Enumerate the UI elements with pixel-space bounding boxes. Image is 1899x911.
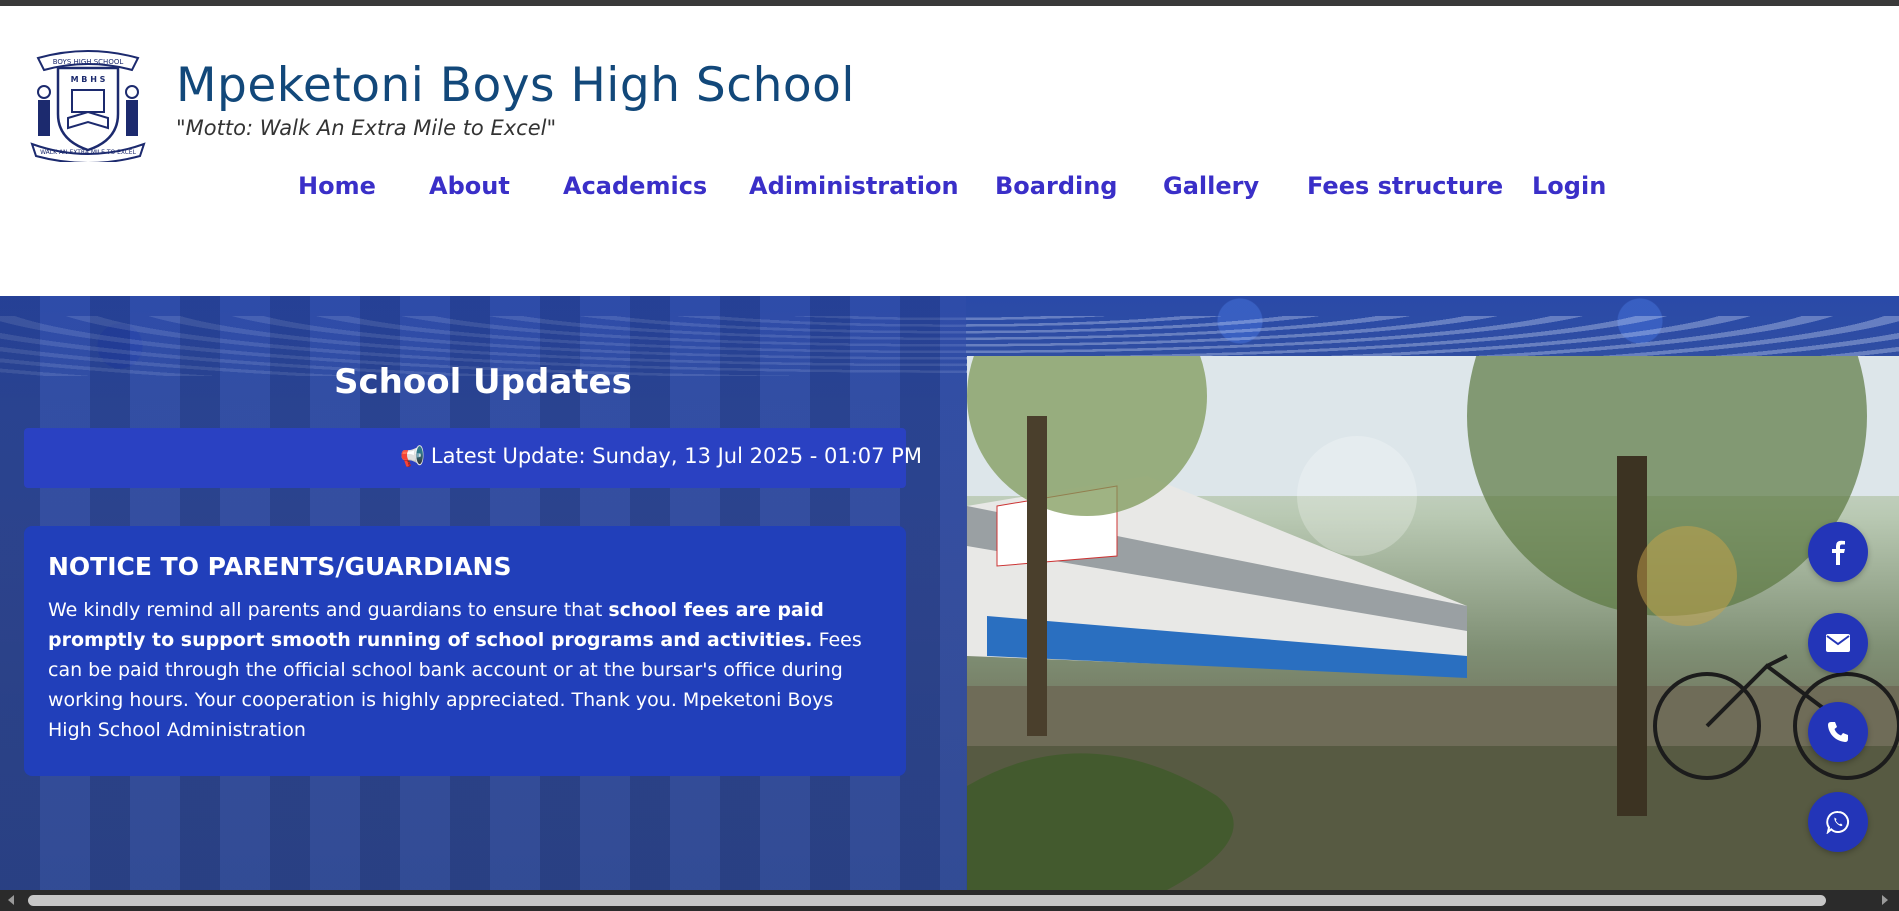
facebook-button[interactable] [1808, 522, 1868, 582]
scroll-left-icon[interactable] [6, 894, 16, 906]
nav-administration[interactable]: Adiministration [749, 172, 959, 200]
email-button[interactable] [1808, 613, 1868, 673]
scrollbar-thumb[interactable] [28, 895, 1826, 906]
email-icon [1826, 634, 1850, 652]
notice-title: NOTICE TO PARENTS/GUARDIANS [48, 552, 512, 581]
horizontal-scrollbar[interactable] [0, 890, 1899, 911]
notice-body: We kindly remind all parents and guardia… [48, 599, 862, 741]
phone-button[interactable] [1808, 702, 1868, 762]
whatsapp-button[interactable] [1808, 792, 1868, 852]
site-header: BOYS HIGH SCHOOL M B H S WALK AN EXTRA M… [0, 6, 1899, 224]
nav-boarding[interactable]: Boarding [995, 172, 1117, 200]
school-name-title: Mpeketoni Boys High School [176, 58, 855, 113]
nav-login[interactable]: Login [1532, 172, 1606, 200]
nav-about[interactable]: About [429, 172, 510, 200]
nav-academics[interactable]: Academics [563, 172, 707, 200]
school-building-photo [967, 356, 1899, 890]
scroll-right-icon[interactable] [1880, 894, 1890, 906]
svg-text:BOYS HIGH SCHOOL: BOYS HIGH SCHOOL [53, 58, 124, 66]
nav-home[interactable]: Home [298, 172, 376, 200]
nav-fees-structure[interactable]: Fees structure [1307, 172, 1503, 200]
notice-card: NOTICE TO PARENTS/GUARDIANS We kindly re… [24, 526, 906, 776]
header-spacer [0, 224, 1899, 296]
latest-update-text: Latest Update: Sunday, 13 Jul 2025 - 01:… [430, 444, 922, 468]
school-motto: "Motto: Walk An Extra Mile to Excel" [176, 116, 557, 140]
phone-icon [1828, 722, 1848, 742]
whatsapp-icon [1826, 810, 1850, 834]
megaphone-icon: 📢 [400, 444, 425, 468]
svg-text:M B H S: M B H S [71, 75, 106, 84]
main-nav: Home About Academics Adiministration Boa… [0, 172, 1899, 212]
school-logo[interactable]: BOYS HIGH SCHOOL M B H S WALK AN EXTRA M… [28, 44, 148, 162]
facebook-icon [1832, 540, 1845, 565]
latest-update-bar: 📢 Latest Update: Sunday, 13 Jul 2025 - 01… [24, 428, 922, 488]
svg-text:WALK AN EXTRA MILE TO EXCEL: WALK AN EXTRA MILE TO EXCEL [40, 149, 137, 156]
nav-gallery[interactable]: Gallery [1163, 172, 1259, 200]
school-updates-title: School Updates [334, 362, 632, 402]
